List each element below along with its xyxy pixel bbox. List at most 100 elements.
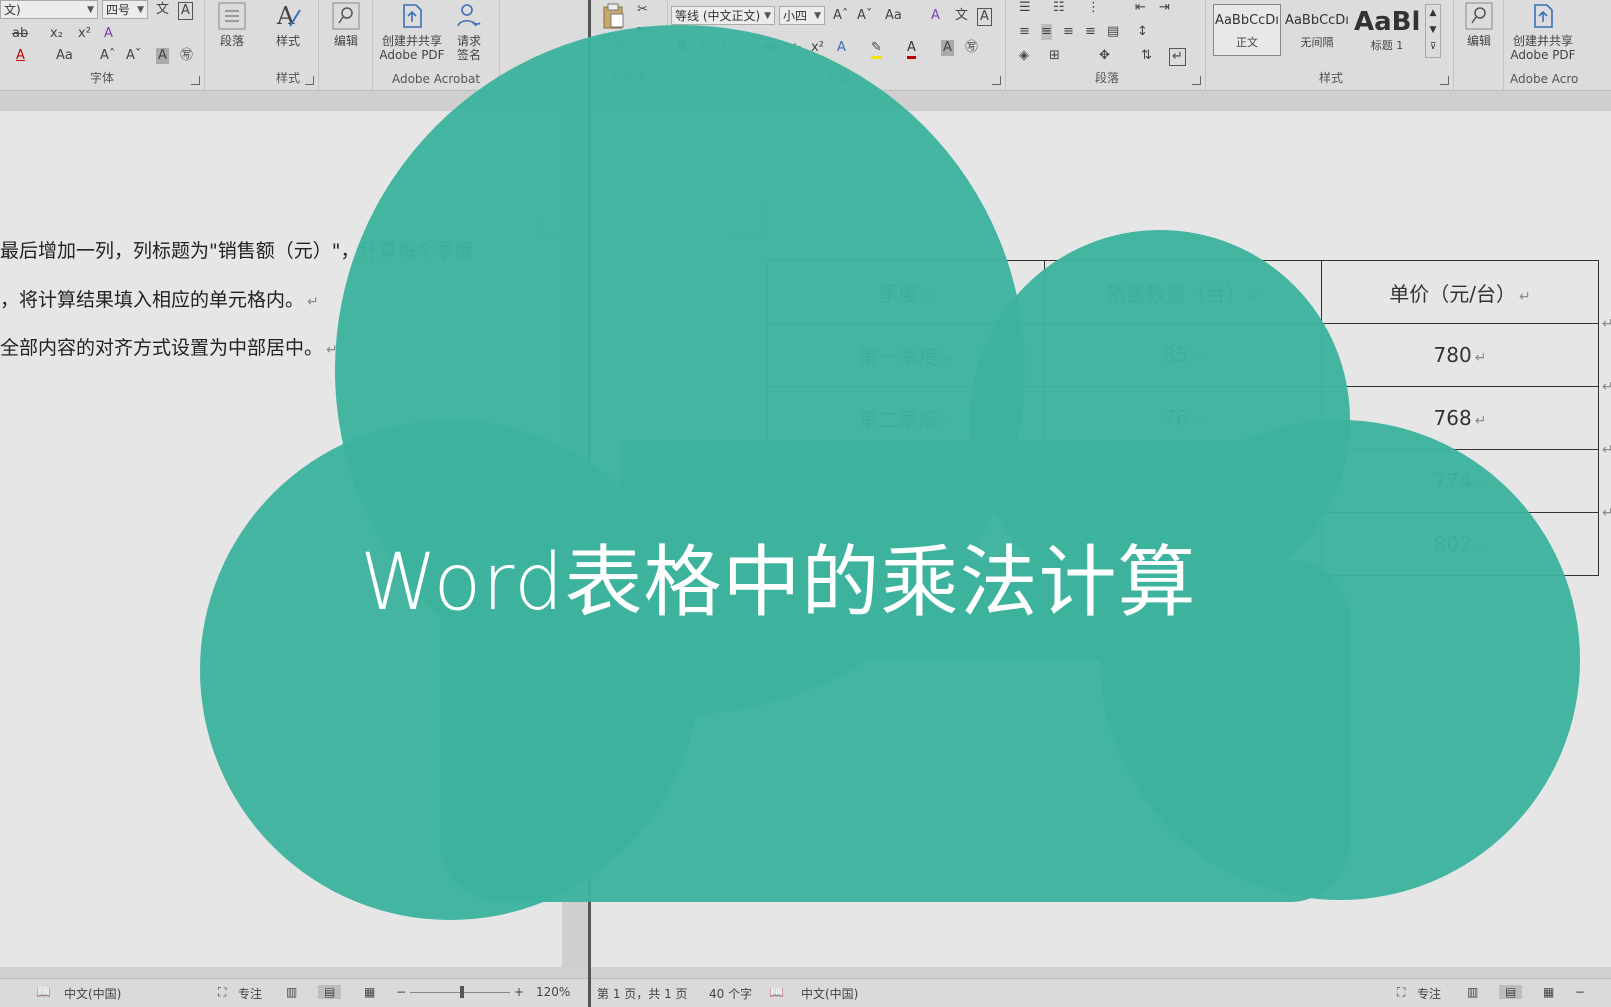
dialog-launcher-icon[interactable]: [1440, 76, 1449, 85]
chinese-layout-icon[interactable]: ✥: [1099, 48, 1110, 64]
character-shading-button[interactable]: A: [156, 48, 169, 64]
focus-label[interactable]: 专注: [238, 985, 262, 1002]
strikethrough-icon[interactable]: ab: [763, 40, 779, 56]
grow-font-icon[interactable]: Aˆ: [100, 48, 115, 64]
enclose-character-icon[interactable]: ㊢: [180, 48, 193, 64]
dialog-launcher-icon[interactable]: [1192, 76, 1201, 85]
style-heading-1[interactable]: AaBl 标题 1: [1353, 4, 1421, 56]
focus-mode-icon[interactable]: ⛶: [1397, 985, 1405, 1000]
collapse-ribbon-icon[interactable]: ˆ: [568, 74, 575, 90]
shading-icon[interactable]: ◈: [1019, 48, 1029, 64]
decrease-indent-icon[interactable]: ⇤: [1135, 0, 1146, 16]
format-painter-icon[interactable]: 🖌: [637, 46, 654, 62]
table-cell[interactable]: 第三季度 ↵: [767, 449, 1045, 513]
align-center-icon[interactable]: ≡: [1041, 24, 1052, 40]
numbering-icon[interactable]: ☷: [1053, 0, 1065, 16]
subscript-icon[interactable]: x₂: [789, 40, 802, 56]
line-spacing-icon[interactable]: ↕: [1137, 24, 1148, 40]
font-size-combo[interactable]: 四号 ▼: [102, 0, 148, 19]
read-view-icon[interactable]: ▥: [1467, 985, 1478, 999]
superscript-button[interactable]: x²: [78, 26, 91, 42]
font-size-combo-right[interactable]: 小四 ▼: [779, 6, 825, 25]
bold-button[interactable]: B: [677, 40, 687, 56]
style-normal[interactable]: AaBbCcDı 正文: [1213, 4, 1281, 56]
styles-button[interactable]: A 样式: [264, 0, 312, 48]
multilevel-list-icon[interactable]: ⋮: [1087, 0, 1100, 16]
table-cell[interactable]: 第一季度 ↵: [767, 323, 1045, 387]
table-cell[interactable]: 774 ↵: [1321, 449, 1599, 513]
strikethrough-button[interactable]: ab: [12, 26, 28, 42]
font-color-button[interactable]: A: [16, 48, 25, 64]
enclose-character-icon[interactable]: ㊢: [965, 40, 978, 56]
print-layout-icon[interactable]: ▤: [318, 985, 342, 999]
focus-mode-icon[interactable]: ⛶: [218, 985, 226, 1000]
character-border-icon[interactable]: A: [178, 2, 193, 20]
table-cell[interactable]: 780 ↵: [1321, 323, 1599, 387]
page-count[interactable]: 第 1 页，共 1 页: [597, 985, 688, 1002]
dialog-launcher-icon[interactable]: [654, 76, 663, 85]
table-header-cell[interactable]: 销售数量（台） ↵: [1044, 260, 1322, 324]
zoom-level[interactable]: 120%: [536, 985, 570, 999]
grow-font-icon[interactable]: Aˆ: [833, 8, 848, 24]
web-layout-icon[interactable]: ▦: [1543, 985, 1554, 999]
font-color-icon[interactable]: A: [907, 40, 916, 59]
character-shading-icon[interactable]: A: [941, 40, 954, 56]
table-header-cell[interactable]: 单价（元/台） ↵: [1321, 260, 1599, 324]
zoom-out-icon[interactable]: −: [396, 985, 406, 999]
show-marks-icon[interactable]: ↵: [1169, 48, 1186, 66]
zoom-out-icon[interactable]: −: [1575, 985, 1585, 999]
dialog-launcher-icon[interactable]: [191, 76, 200, 85]
underline-button[interactable]: U: [723, 40, 733, 56]
language-status[interactable]: 中文(中国): [64, 985, 121, 1002]
read-mode-icon[interactable]: 📖: [36, 985, 51, 999]
create-share-pdf-button-right[interactable]: 创建并共享 Adobe PDF: [1508, 0, 1578, 62]
cut-icon[interactable]: ✂: [637, 2, 648, 18]
style-no-spacing[interactable]: AaBbCcDı 无间隔: [1283, 4, 1351, 56]
edit-button[interactable]: 编辑: [326, 0, 366, 48]
create-share-pdf-button[interactable]: 创建并共享 Adobe PDF: [379, 0, 445, 62]
table-cell[interactable]: 802 ↵: [1321, 512, 1599, 576]
clear-format-icon[interactable]: A: [104, 26, 113, 42]
zoom-in-icon[interactable]: +: [514, 985, 524, 999]
superscript-icon[interactable]: x²: [811, 40, 824, 56]
font-name-combo[interactable]: 文) ▼: [0, 0, 98, 19]
language-status-right[interactable]: 中文(中国): [801, 985, 858, 1002]
character-border-icon[interactable]: A: [977, 8, 992, 26]
distributed-icon[interactable]: ▤: [1107, 24, 1119, 40]
read-view-icon[interactable]: ▥: [286, 985, 297, 999]
subscript-button[interactable]: x₂: [50, 26, 63, 42]
table-cell[interactable]: 768 ↵: [1321, 386, 1599, 450]
zoom-slider-thumb[interactable]: [460, 986, 464, 998]
table-cell[interactable]: 76 ↵: [1044, 386, 1322, 450]
clear-format-icon[interactable]: A: [931, 8, 940, 24]
proofing-icon[interactable]: 📖: [769, 985, 784, 999]
change-case-button[interactable]: Aa: [56, 48, 73, 64]
dialog-launcher-icon[interactable]: [992, 76, 1001, 85]
bullets-icon[interactable]: ☰: [1019, 0, 1031, 16]
table-header-cell[interactable]: 季度 ↵: [767, 260, 1045, 324]
dialog-launcher-icon[interactable]: [305, 76, 314, 85]
focus-label-right[interactable]: 专注: [1417, 985, 1441, 1002]
request-signature-button[interactable]: 请求 签名: [449, 0, 489, 62]
change-case-icon[interactable]: Aa: [885, 8, 902, 24]
table-cell[interactable]: 第二季度 ↵: [767, 386, 1045, 450]
align-left-icon[interactable]: ≡: [1019, 24, 1030, 40]
highlight-icon[interactable]: ✎: [871, 40, 882, 59]
edit-button-right[interactable]: 编辑: [1459, 0, 1499, 48]
zoom-slider[interactable]: [410, 986, 510, 998]
phonetic-guide-icon[interactable]: 文: [955, 8, 968, 24]
shrink-font-icon[interactable]: Aˇ: [857, 8, 872, 24]
word-count[interactable]: 40 个字: [709, 985, 752, 1002]
print-layout-icon[interactable]: ▤: [1499, 985, 1523, 999]
shrink-font-icon[interactable]: Aˇ: [126, 48, 141, 64]
table-cell[interactable]: 85 ↵: [1044, 323, 1322, 387]
web-layout-icon[interactable]: ▦: [364, 985, 375, 999]
borders-icon[interactable]: ⊞: [1049, 48, 1060, 64]
text-effects-icon[interactable]: A: [837, 40, 846, 56]
paragraph-button[interactable]: 段落: [212, 0, 252, 48]
italic-button[interactable]: I: [701, 40, 705, 56]
sort-icon[interactable]: ⇅: [1141, 48, 1152, 64]
font-name-combo-right[interactable]: 等线 (中文正文) ▼: [671, 6, 775, 25]
table-cell[interactable]: 93 ↵: [1044, 449, 1322, 513]
increase-indent-icon[interactable]: ⇥: [1159, 0, 1170, 16]
